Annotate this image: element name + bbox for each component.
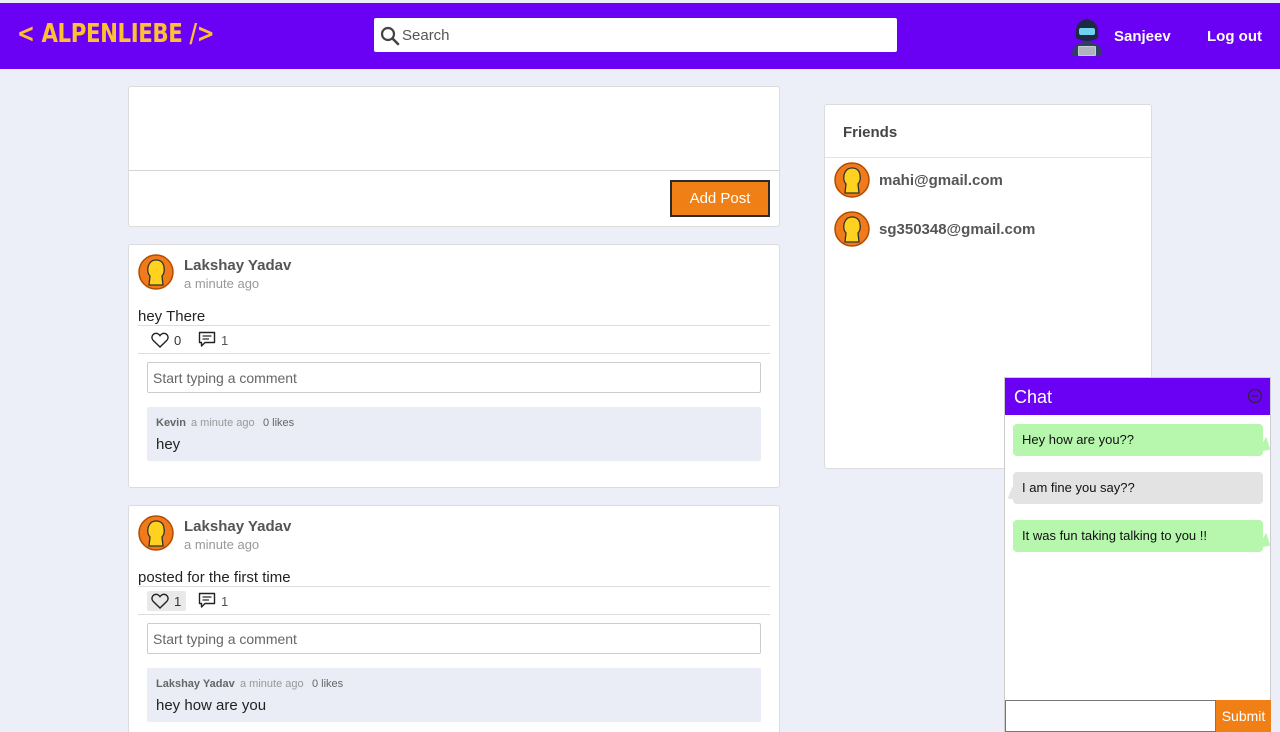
heart-icon [151,332,169,348]
comment-author[interactable]: Kevin [156,417,186,429]
post-actions: 0 1 [138,325,770,354]
comment-author[interactable]: Lakshay Yadav [156,678,235,690]
friend-item[interactable]: mahi@gmail.com [834,162,1144,200]
comment-likes[interactable]: 0 likes [263,417,294,429]
divider [825,157,1151,158]
comment-time: a minute ago [240,678,304,690]
friend-email[interactable]: sg350348@gmail.com [879,221,1035,238]
comment-time: a minute ago [191,417,255,429]
friend-email[interactable]: mahi@gmail.com [879,172,1003,189]
user-avatar-icon[interactable] [1068,16,1106,56]
search-icon [380,26,400,46]
post-card: Lakshay Yadav a minute ago posted for th… [128,505,780,732]
comment-icon [198,592,216,608]
search-input[interactable] [402,18,892,52]
post-author[interactable]: Lakshay Yadav [184,518,291,535]
add-post-button[interactable]: Add Post [670,180,770,217]
comment-text: hey [156,436,181,453]
chat-window: Chat Hey how are you?? I am fine you say… [1004,377,1271,732]
friends-title: Friends [843,124,898,141]
chat-input[interactable] [1005,700,1216,732]
comment-input[interactable] [147,623,761,654]
brand-logo[interactable]: < ALPENLIEBE /> [17,19,215,49]
chat-message-sent: It was fun taking talking to you !! [1013,520,1263,552]
user-name[interactable]: Sanjeev [1114,28,1171,45]
like-count: 1 [174,594,182,609]
post-author[interactable]: Lakshay Yadav [184,257,291,274]
chat-message-sent: Hey how are you?? [1013,424,1263,456]
comment-item: Kevin a minute ago 0 likes hey [147,407,761,461]
comment-input[interactable] [147,362,761,393]
like-button[interactable]: 0 [147,330,186,350]
chat-header: Chat [1005,378,1270,415]
post-content: posted for the first time [138,569,291,586]
friend-item[interactable]: sg350348@gmail.com [834,211,1144,249]
post-card: Lakshay Yadav a minute ago hey There 0 1… [128,244,780,488]
post-time: a minute ago [184,276,260,291]
minimize-icon[interactable] [1247,388,1263,404]
comment-button[interactable]: 1 [198,591,234,611]
logout-link[interactable]: Log out [1207,28,1262,45]
post-composer: Add Post [128,86,780,227]
comment-button[interactable]: 1 [198,330,234,350]
post-actions: 1 1 [138,586,770,615]
comment-icon [198,331,216,347]
avatar-icon [834,162,870,198]
comment-count: 1 [221,333,229,348]
post-textarea[interactable] [129,87,779,171]
like-count: 0 [174,333,182,348]
avatar-icon [834,211,870,247]
comment-likes[interactable]: 0 likes [312,678,343,690]
chat-title: Chat [1014,387,1053,407]
heart-icon [151,593,169,609]
post-time: a minute ago [184,537,260,552]
avatar-icon [138,254,174,290]
top-navbar: < ALPENLIEBE /> Sanjeev Log out [0,3,1280,69]
search-bar[interactable] [374,18,897,52]
avatar-icon [138,515,174,551]
like-button[interactable]: 1 [147,591,186,611]
chat-submit-button[interactable]: Submit [1216,700,1271,732]
post-content: hey There [138,308,206,325]
chat-message-received: I am fine you say?? [1013,472,1263,504]
comment-text: hey how are you [156,697,267,714]
comment-count: 1 [221,594,229,609]
comment-item: Lakshay Yadav a minute ago 0 likes hey h… [147,668,761,722]
